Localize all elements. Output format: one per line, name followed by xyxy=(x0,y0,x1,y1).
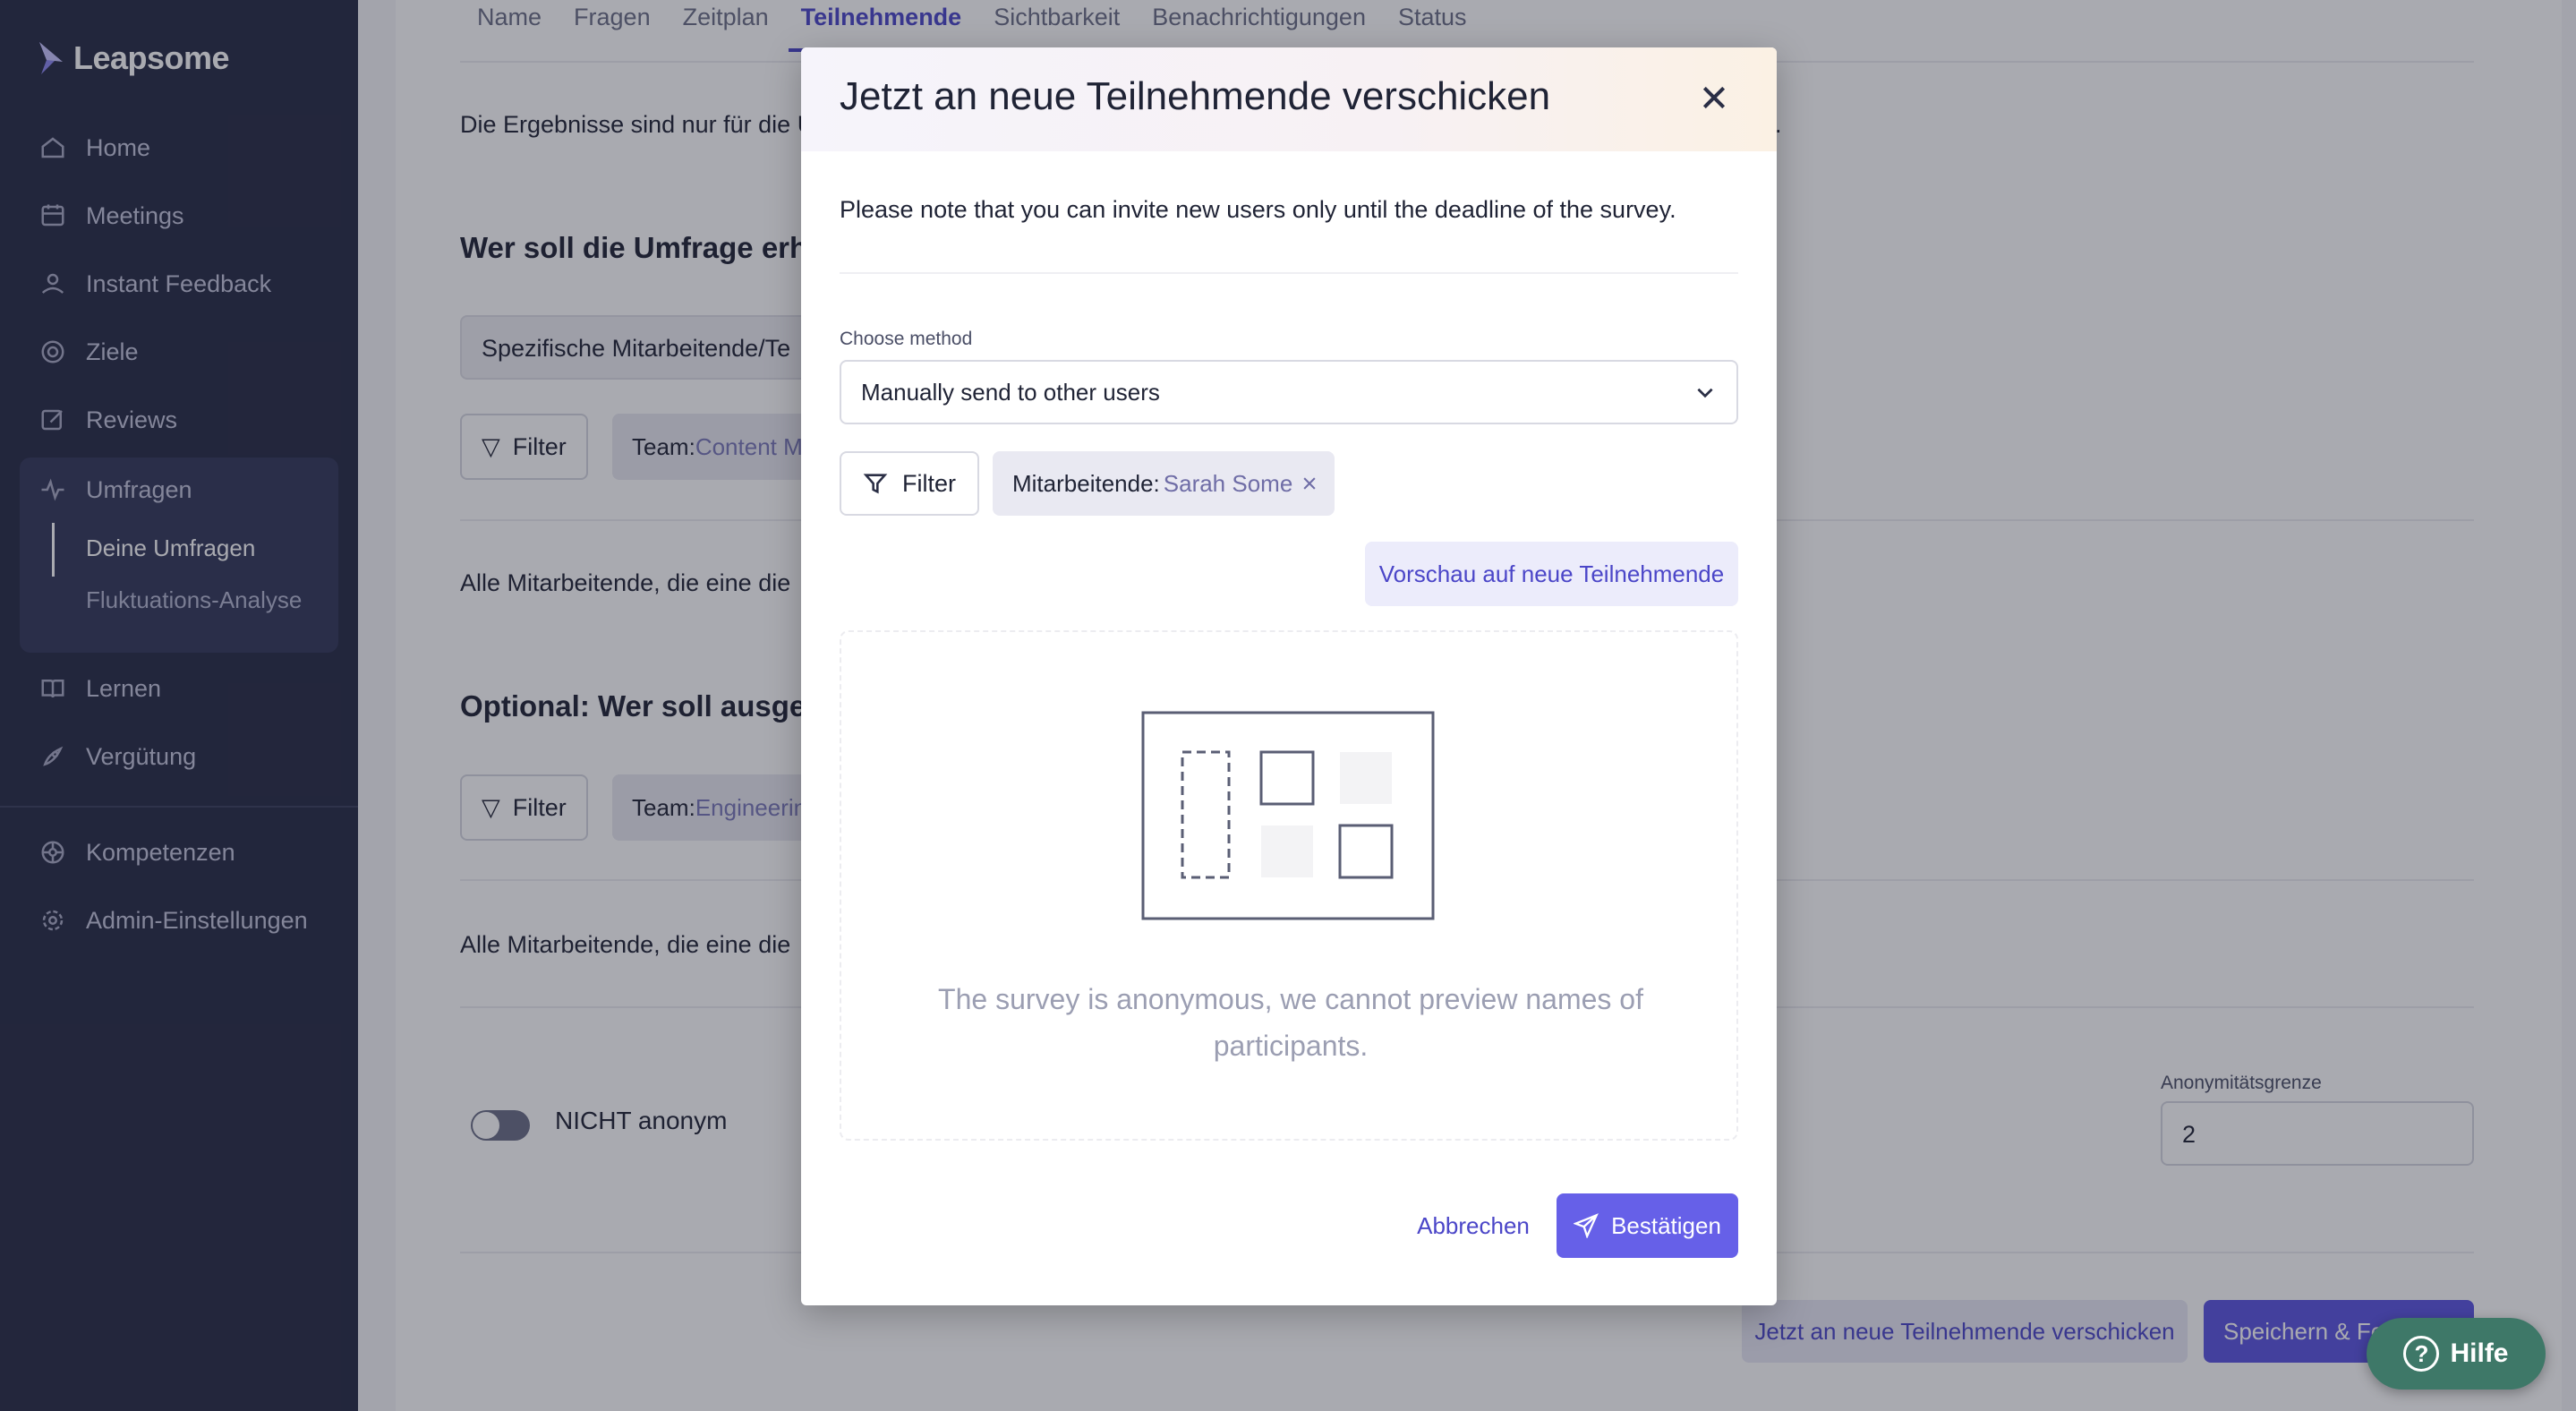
cancel-button[interactable]: Abbrechen xyxy=(1388,1193,1558,1258)
help-icon: ? xyxy=(2403,1336,2440,1372)
close-icon xyxy=(1303,477,1316,490)
chip-key: Mitarbeitende: xyxy=(1012,469,1160,497)
deadline-note: Please note that you can invite new user… xyxy=(840,196,1676,223)
filter-button[interactable]: Filter xyxy=(840,451,979,516)
remove-chip-button[interactable] xyxy=(1297,471,1322,496)
confirm-button-label: Bestätigen xyxy=(1611,1211,1721,1239)
help-button[interactable]: ? Hilfe xyxy=(2367,1318,2546,1390)
method-select-value: Manually send to other users xyxy=(861,378,1160,406)
send-icon xyxy=(1574,1213,1599,1238)
chip-value: Sarah Some xyxy=(1163,469,1293,497)
modal-header: Jetzt an neue Teilnehmende verschicken xyxy=(801,47,1777,151)
preview-empty-state: The survey is anonymous, we cannot previ… xyxy=(840,630,1738,1141)
preview-new-participants-button[interactable]: Vorschau auf neue Teilnehmende xyxy=(1365,542,1738,606)
filter-icon xyxy=(863,474,888,494)
close-button[interactable] xyxy=(1696,80,1732,115)
confirm-button[interactable]: Bestätigen xyxy=(1557,1193,1738,1258)
method-select[interactable]: Manually send to other users xyxy=(840,360,1738,424)
modal-title: Jetzt an neue Teilnehmende verschicken xyxy=(840,74,1551,118)
empty-state-illustration-icon xyxy=(1141,711,1435,920)
filter-label: Filter xyxy=(902,469,956,497)
empty-state-text: The survey is anonymous, we cannot previ… xyxy=(938,983,1643,1062)
modal-divider xyxy=(840,272,1738,274)
filter-chip-employee: Mitarbeitende: Sarah Some xyxy=(993,451,1335,516)
send-to-new-participants-modal: Jetzt an neue Teilnehmende verschicken P… xyxy=(801,47,1777,1305)
method-label: Choose method xyxy=(840,329,973,349)
chevron-down-icon xyxy=(1697,388,1713,398)
close-icon xyxy=(1702,86,1726,109)
help-label: Hilfe xyxy=(2450,1338,2509,1368)
